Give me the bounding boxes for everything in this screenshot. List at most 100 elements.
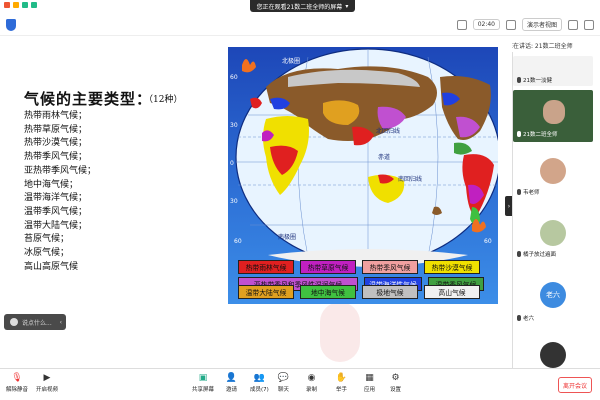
participant-name: 21数一淡健 <box>517 76 552 84</box>
list-item: 温带季风气候； <box>24 206 88 217</box>
avatar: 老六 <box>540 282 566 308</box>
speaker-indicator: 正在讲话: 21数二班全师 <box>500 38 600 52</box>
climate-list: 热带雨林气候； 热带草原气候； 热带沙漠气候； 热带季风气候； 亚热带季风气候；… <box>24 110 96 274</box>
list-item: 温带海洋气候； <box>24 193 88 204</box>
toolbar-right: 02:40 演示者视图 <box>456 18 594 31</box>
flame-icon <box>242 59 256 73</box>
status-icons <box>4 2 37 8</box>
members-icon: 👥 <box>253 373 265 383</box>
participant-name: 老六 <box>517 314 534 322</box>
bottom-toolbar: 🎙 解除静音 ▶ 开启视频 ▣ 共享屏幕 👤 邀请 👥 成员(7) 💬 聊天 ◉… <box>0 368 600 400</box>
participant-panel: 21数一淡健 21数二班全师 韦老师 橘子放过遍面 老六 老六 <box>512 52 600 368</box>
lat-label: 60 <box>234 238 242 245</box>
world-climate-map: 北极圈 北回归线 赤道 南回归线 南极圈 60 30 0 30 60 60 热带… <box>228 47 498 304</box>
legend-savanna: 热带草原气候 <box>300 260 356 274</box>
list-item: 苔原气候； <box>24 234 70 245</box>
hand-icon: ✋ <box>335 373 348 383</box>
presenter-view-button[interactable]: 演示者视图 <box>521 18 562 31</box>
list-item: 高山高原气候 <box>24 261 79 272</box>
red-status-icon <box>4 2 10 8</box>
shared-slide: 气候的主要类型： （12种） 热带雨林气候； 热带草原气候； 热带沙漠气候； 热… <box>0 40 512 368</box>
list-item: 热带草原气候； <box>24 124 88 135</box>
legend-row: 热带雨林气候 热带草原气候 热带季风气候 热带沙漠气候 <box>238 260 480 274</box>
yellow-status-icon <box>13 2 19 8</box>
green-status-icon <box>22 2 28 8</box>
legend-monsoon: 热带季风气候 <box>362 260 418 274</box>
record-button[interactable]: ◉ 录制 <box>306 373 317 393</box>
camera-off-icon: ▶ <box>43 373 51 383</box>
comment-placeholder: 说点什么... <box>22 319 52 327</box>
chat-button[interactable]: 💬 聊天 <box>278 373 289 393</box>
time-display: 02:40 <box>472 19 500 30</box>
collapse-arrow-icon[interactable]: ‹ <box>60 319 62 326</box>
chat-icon: 💬 <box>277 373 290 383</box>
gear-icon: ⚙ <box>391 373 400 383</box>
comment-input[interactable]: 说点什么... ‹ <box>4 314 66 330</box>
tropic-capricorn-label: 南回归线 <box>398 175 422 183</box>
legend-alpine: 高山气候 <box>424 285 480 299</box>
slide-decoration-blob <box>320 302 360 362</box>
fullscreen-icon[interactable] <box>584 19 594 30</box>
lat-label: 0 <box>230 160 234 167</box>
participant-name: 橘子放过遍面 <box>517 250 556 258</box>
signal-bars-icon <box>505 19 516 30</box>
security-shield-icon[interactable] <box>6 19 16 31</box>
apps-button[interactable]: ▦ 应用 <box>364 373 375 393</box>
legend-polar: 极地气候 <box>362 285 418 299</box>
raise-hand-button[interactable]: ✋ 举手 <box>336 373 347 393</box>
banner-menu-icon[interactable]: ▾ <box>345 3 348 10</box>
video-button[interactable]: ▶ 开启视频 <box>36 373 58 393</box>
layout-icon[interactable] <box>456 19 467 30</box>
legend-continental: 温带大陆气候 <box>238 285 294 299</box>
mic-icon <box>517 77 521 83</box>
avatar <box>540 220 566 246</box>
lat-label: 60 <box>484 238 492 245</box>
top-status-bar: 您正在观看21数二班全师的屏幕 ▾ <box>0 0 600 14</box>
legend-mediterranean: 地中海气候 <box>300 285 356 299</box>
avatar <box>540 158 566 184</box>
record-icon: ◉ <box>307 373 316 383</box>
members-button[interactable]: 👥 成员(7) <box>250 373 269 393</box>
mic-muted-icon: 🎙 <box>11 373 23 383</box>
grid-icon[interactable] <box>568 19 578 30</box>
list-item: 地中海气候； <box>24 179 79 190</box>
participant-tile[interactable]: 21数一淡健 <box>513 56 593 86</box>
mic-icon <box>517 131 521 137</box>
list-item: 冰原气候； <box>24 248 70 259</box>
speaker-label: 正在讲话: 21数二班全师 <box>507 42 573 50</box>
slide-count: （12种） <box>144 95 183 105</box>
mic-icon <box>517 251 521 257</box>
slide-title: 气候的主要类型： <box>24 90 153 108</box>
list-item: 温带大陆气候； <box>24 220 88 231</box>
screen-share-banner[interactable]: 您正在观看21数二班全师的屏幕 ▾ <box>250 0 355 12</box>
share-screen-button[interactable]: ▣ 共享屏幕 <box>192 373 214 393</box>
settings-button[interactable]: ⚙ 设置 <box>390 373 401 393</box>
comment-avatar-icon <box>10 318 18 326</box>
avatar <box>540 342 566 368</box>
legend-row: 温带大陆气候 地中海气候 极地气候 高山气候 <box>238 285 480 299</box>
mic-icon <box>517 315 521 321</box>
lat-label: 60 <box>230 74 238 81</box>
antarctic-label: 南极圈 <box>278 233 296 241</box>
invite-icon: 👤 <box>225 373 238 383</box>
list-item: 热带沙漠气候； <box>24 138 88 149</box>
lat-label: 30 <box>230 198 238 205</box>
participant-name: 韦老师 <box>517 188 540 196</box>
meeting-toolbar: 02:40 演示者视图 <box>0 14 600 36</box>
signal-icon <box>31 2 37 8</box>
list-item: 热带季风气候； <box>24 152 88 163</box>
equator-label: 赤道 <box>378 153 390 161</box>
arctic-label: 北极圈 <box>282 57 300 65</box>
tropic-cancer-label: 北回归线 <box>376 127 400 135</box>
participant-name: 21数二班全师 <box>517 130 558 138</box>
lat-label: 30 <box>230 122 238 129</box>
invite-button[interactable]: 👤 邀请 <box>226 373 237 393</box>
meeting-window: 您正在观看21数二班全师的屏幕 ▾ 02:40 演示者视图 正在讲话: 21数二… <box>0 0 600 400</box>
list-item: 热带雨林气候； <box>24 111 88 121</box>
participant-tile-active[interactable]: 21数二班全师 <box>513 90 593 142</box>
legend-desert: 热带沙漠气候 <box>424 260 480 274</box>
leave-meeting-button[interactable]: 离开会议 <box>558 377 592 393</box>
mute-button[interactable]: 🎙 解除静音 <box>6 373 28 393</box>
apps-icon: ▦ <box>365 373 374 383</box>
mic-icon <box>517 189 521 195</box>
